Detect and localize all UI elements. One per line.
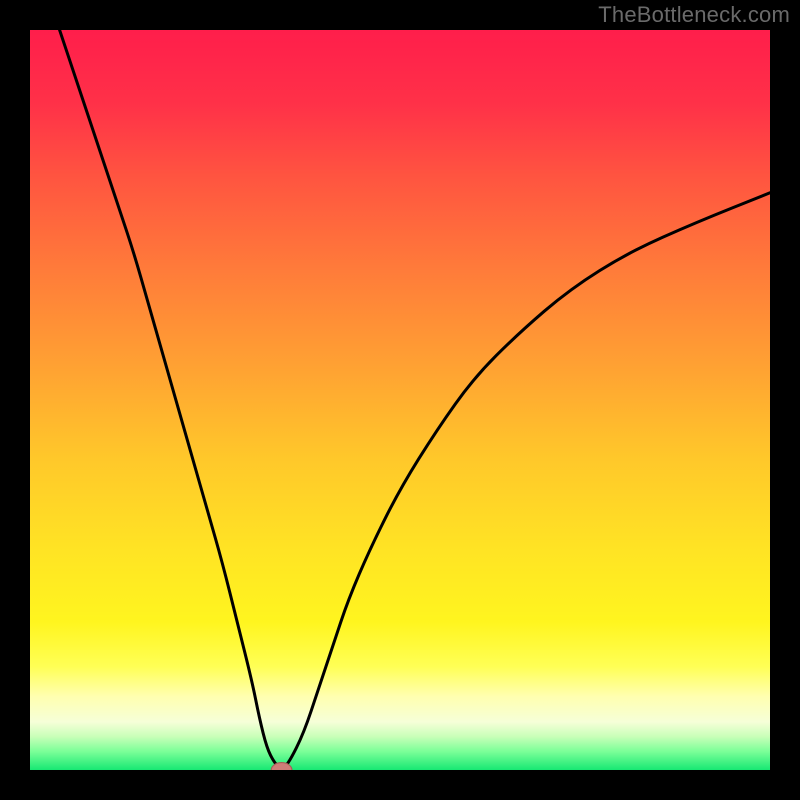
watermark-text: TheBottleneck.com bbox=[598, 2, 790, 28]
gradient-background bbox=[30, 30, 770, 770]
chart-frame: TheBottleneck.com bbox=[0, 0, 800, 800]
bottleneck-plot bbox=[30, 30, 770, 770]
